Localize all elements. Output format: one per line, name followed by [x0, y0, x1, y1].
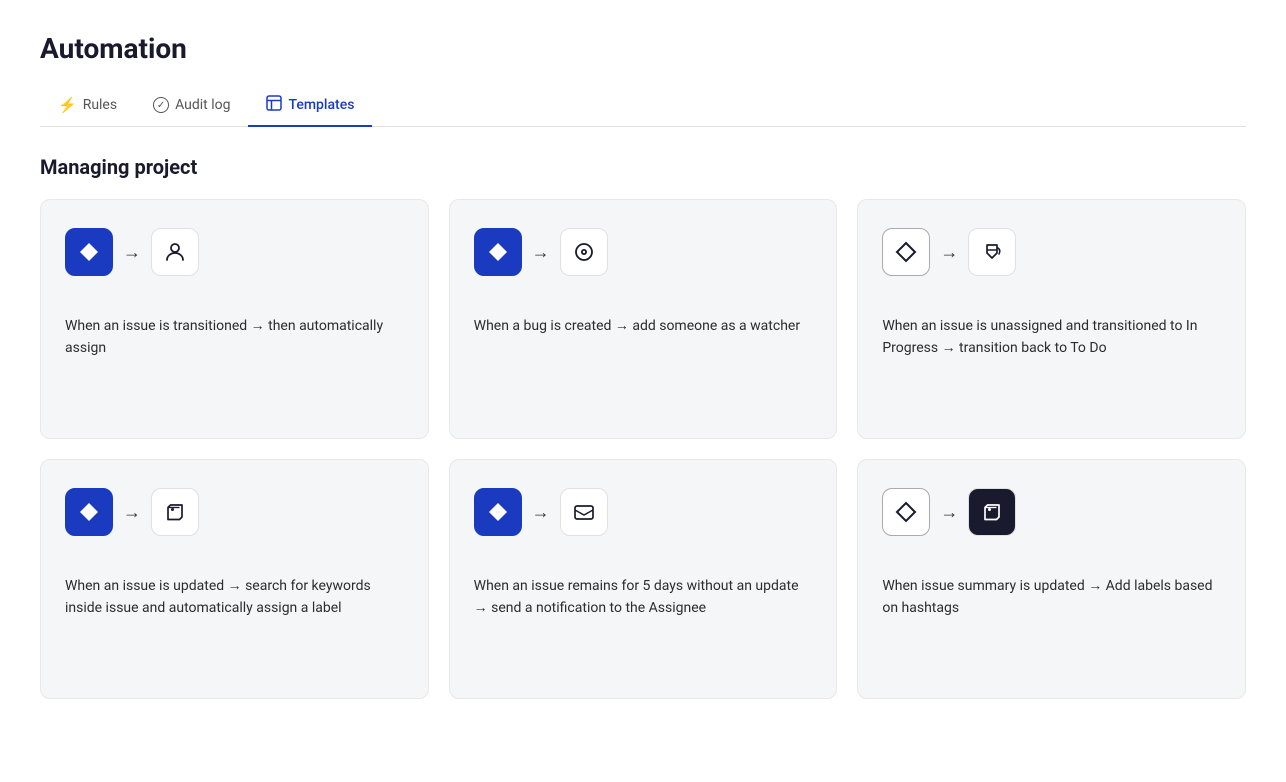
arrow-icon-2: →: [532, 242, 550, 263]
card-text-6: When issue summary is updated → Add labe…: [882, 576, 1221, 619]
arrow-icon-5: →: [532, 502, 550, 523]
trigger-icon-3: [882, 228, 930, 276]
action-icon-2: [560, 228, 608, 276]
action-icon-5: [560, 488, 608, 536]
templates-icon: [266, 95, 282, 115]
template-card-1[interactable]: → When an issue is transitioned → then a…: [40, 199, 429, 439]
tab-templates-label: Templates: [288, 97, 354, 113]
arrow-icon-1: →: [123, 242, 141, 263]
card-icons-5: →: [474, 488, 813, 536]
tab-bar: ⚡ Rules ✓ Audit log Templates: [40, 85, 1246, 127]
trigger-icon-5: [474, 488, 522, 536]
cards-grid: → When an issue is transitioned → then a…: [40, 199, 1246, 699]
tab-audit-log[interactable]: ✓ Audit log: [135, 85, 248, 127]
arrow-icon-3: →: [940, 242, 958, 263]
tab-templates[interactable]: Templates: [248, 85, 372, 127]
card-icons-3: →: [882, 228, 1221, 276]
card-text-3: When an issue is unassigned and transiti…: [882, 316, 1221, 359]
card-icons-6: →: [882, 488, 1221, 536]
card-text-4: When an issue is updated → search for ke…: [65, 576, 404, 619]
arrow-icon-6: →: [940, 502, 958, 523]
audit-icon: ✓: [153, 97, 169, 113]
trigger-icon-1: [65, 228, 113, 276]
card-text-2: When a bug is created → add someone as a…: [474, 316, 813, 338]
action-icon-4: [151, 488, 199, 536]
page-title: Automation: [40, 32, 1246, 65]
rules-icon: ⚡: [58, 96, 77, 114]
section-title: Managing project: [40, 155, 1246, 179]
action-icon-1: [151, 228, 199, 276]
tab-rules-label: Rules: [83, 97, 117, 113]
action-icon-6: [968, 488, 1016, 536]
card-text-5: When an issue remains for 5 days without…: [474, 576, 813, 619]
trigger-icon-2: [474, 228, 522, 276]
card-icons-2: →: [474, 228, 813, 276]
card-text-1: When an issue is transitioned → then aut…: [65, 316, 404, 359]
template-card-3[interactable]: → When an issue is unassigned and transi…: [857, 199, 1246, 439]
card-icons-1: →: [65, 228, 404, 276]
trigger-icon-6: [882, 488, 930, 536]
card-icons-4: →: [65, 488, 404, 536]
template-card-2[interactable]: → When a bug is created → add someone as…: [449, 199, 838, 439]
tab-audit-label: Audit log: [175, 97, 230, 113]
template-card-4[interactable]: → When an issue is updated → search for …: [40, 459, 429, 699]
tab-rules[interactable]: ⚡ Rules: [40, 85, 135, 127]
template-card-6[interactable]: → When issue summary is updated → Add la…: [857, 459, 1246, 699]
action-icon-3: [968, 228, 1016, 276]
trigger-icon-4: [65, 488, 113, 536]
arrow-icon-4: →: [123, 502, 141, 523]
template-card-5[interactable]: → When an issue remains for 5 days witho…: [449, 459, 838, 699]
